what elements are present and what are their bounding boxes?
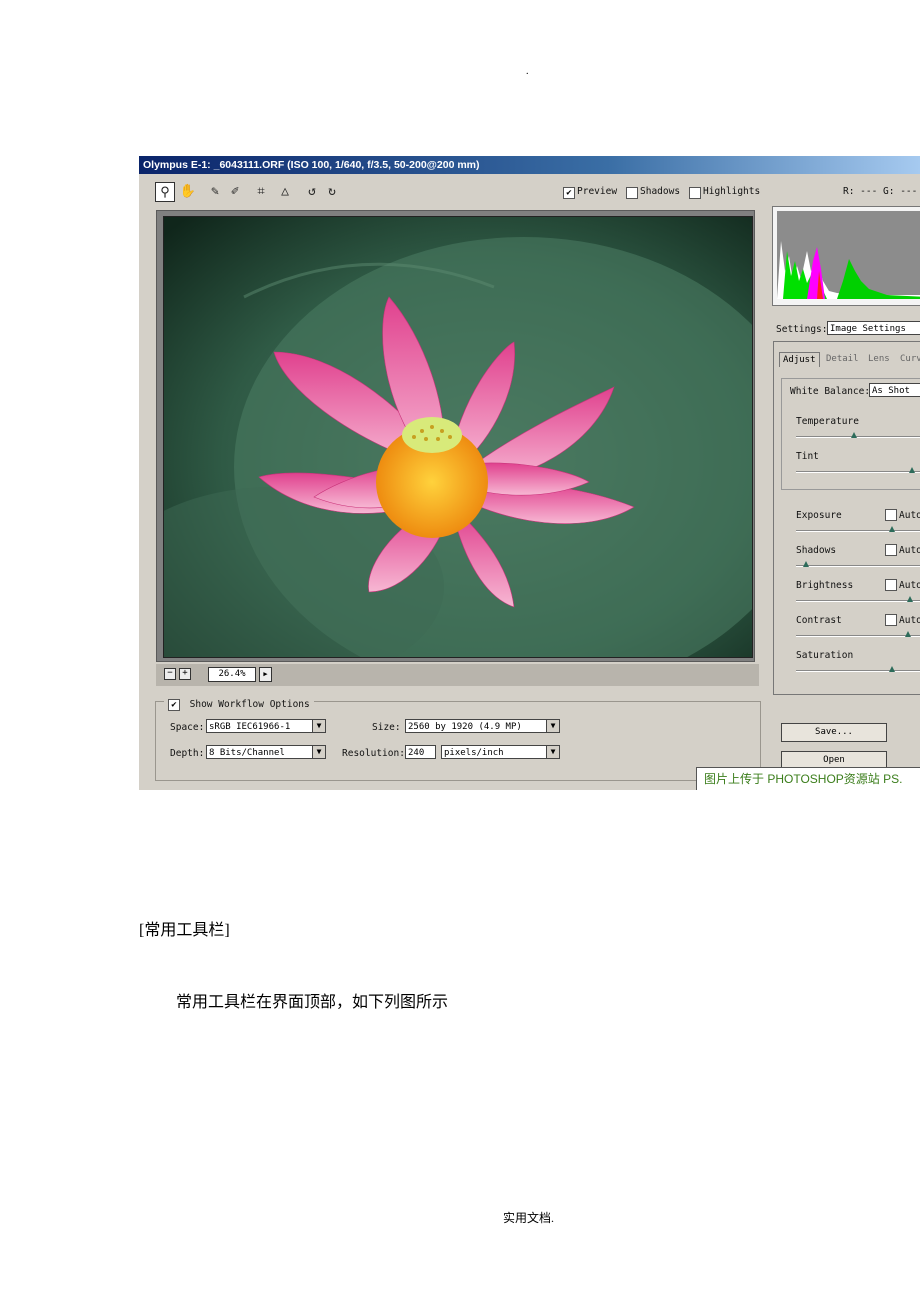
exposure-auto-checkbox[interactable] [885, 509, 897, 521]
contrast-label: Contrast [796, 615, 842, 626]
preview-label: Preview [577, 186, 618, 197]
brightness-slider-track[interactable] [796, 600, 920, 602]
shadows-checkbox[interactable] [626, 187, 638, 199]
saturation-label: Saturation [796, 650, 854, 661]
workflow-legend: ✔ Show Workflow Options [164, 694, 314, 713]
shadows-slider-track[interactable] [796, 565, 920, 567]
rotate-left-icon[interactable]: ↺ [302, 182, 322, 202]
white-balance-select[interactable]: As Shot [869, 383, 920, 397]
space-dropdown-icon[interactable]: ▼ [312, 719, 326, 733]
depth-label: Depth: [170, 748, 205, 759]
zoom-level[interactable]: 26.4% [208, 667, 256, 682]
show-workflow-label: Show Workflow Options [189, 699, 310, 710]
space-label: Space: [170, 722, 205, 733]
resolution-label: Resolution: [342, 748, 405, 759]
brightness-label: Brightness [796, 580, 854, 591]
tab-lens[interactable]: Lens [865, 352, 893, 366]
tint-slider-thumb[interactable] [909, 467, 915, 473]
white-balance-label: White Balance: [790, 386, 871, 397]
saturation-slider-thumb[interactable] [889, 666, 895, 672]
histogram-plot [777, 211, 920, 299]
show-workflow-checkbox[interactable]: ✔ [168, 698, 180, 711]
watermark-caption: 图片上传于 PHOTOSHOP资源站 PS. [696, 767, 920, 790]
brightness-slider-thumb[interactable] [907, 596, 913, 602]
crop-tool-icon[interactable]: ⌗ [251, 182, 271, 202]
straighten-tool-icon[interactable]: △ [275, 182, 295, 202]
tab-adjust[interactable]: Adjust [779, 352, 820, 367]
camera-raw-window: Olympus E-1: _6043111.ORF (ISO 100, 1/64… [139, 156, 920, 790]
size-dropdown-icon[interactable]: ▼ [546, 719, 560, 733]
color-sampler-icon[interactable]: ✐ [225, 182, 245, 202]
temperature-slider-track[interactable] [796, 436, 920, 438]
size-select[interactable]: 2560 by 1920 (4.9 MP) [405, 719, 547, 733]
highlights-clip-label: Highlights [703, 186, 761, 197]
lotus-photo [163, 216, 753, 658]
brightness-auto-label: Auto [899, 580, 920, 591]
body-paragraph: 常用工具栏在界面顶部，如下列图所示 [176, 994, 449, 1011]
window-title: Olympus E-1: _6043111.ORF (ISO 100, 1/64… [139, 156, 920, 174]
resolution-unit-select[interactable]: pixels/inch [441, 745, 547, 759]
contrast-slider-thumb[interactable] [905, 631, 911, 637]
section-heading: [常用工具栏] [139, 922, 230, 939]
hand-tool-icon[interactable]: ✋ [178, 182, 198, 202]
contrast-slider-track[interactable] [796, 635, 920, 637]
histogram-graph [777, 241, 920, 299]
zoom-bar: − + 26.4% ▶ [156, 664, 759, 686]
exposure-auto-label: Auto [899, 510, 920, 521]
exposure-slider-track[interactable] [796, 530, 920, 532]
shadows-label: Shadows [796, 545, 837, 556]
space-select[interactable]: sRGB IEC61966-1 [206, 719, 314, 733]
exposure-slider-thumb[interactable] [889, 526, 895, 532]
depth-select[interactable]: 8 Bits/Channel [206, 745, 314, 759]
eyedropper-icon[interactable]: ✎ [205, 182, 225, 202]
contrast-auto-label: Auto [899, 615, 920, 626]
settings-label: Settings: [776, 324, 828, 335]
highlights-checkbox[interactable] [689, 187, 701, 199]
save-button[interactable]: Save... [781, 723, 887, 742]
temperature-slider-thumb[interactable] [851, 432, 857, 438]
tint-label: Tint [796, 451, 819, 462]
rotate-right-icon[interactable]: ↻ [322, 182, 342, 202]
zoom-menu-arrow-icon[interactable]: ▶ [259, 667, 272, 682]
contrast-auto-checkbox[interactable] [885, 614, 897, 626]
resolution-unit-dropdown-icon[interactable]: ▼ [546, 745, 560, 759]
shadows-auto-label: Auto [899, 545, 920, 556]
tab-detail[interactable]: Detail [823, 352, 862, 366]
zoom-tool-icon[interactable]: ⚲ [155, 182, 175, 202]
rgb-readout: R: --- G: --- B: [843, 186, 920, 197]
tab-curve[interactable]: Curv [897, 352, 920, 366]
shadows-auto-checkbox[interactable] [885, 544, 897, 556]
brightness-auto-checkbox[interactable] [885, 579, 897, 591]
workflow-options-group [155, 701, 761, 781]
settings-select[interactable]: Image Settings [827, 321, 920, 335]
exposure-label: Exposure [796, 510, 842, 521]
top-dot: . [526, 66, 529, 77]
tint-slider-track[interactable] [796, 471, 920, 473]
preview-checkbox[interactable]: ✔ [563, 187, 575, 199]
depth-dropdown-icon[interactable]: ▼ [312, 745, 326, 759]
resolution-input[interactable]: 240 [405, 745, 436, 759]
shadows-clip-label: Shadows [640, 186, 681, 197]
shadows-slider-thumb[interactable] [803, 561, 809, 567]
lotus-image [164, 217, 752, 657]
saturation-slider-track[interactable] [796, 670, 920, 672]
page-footer: 实用文档. [503, 1211, 555, 1225]
zoom-in-button[interactable]: + [179, 668, 191, 680]
size-label: Size: [372, 722, 401, 733]
zoom-out-button[interactable]: − [164, 668, 176, 680]
temperature-label: Temperature [796, 416, 859, 427]
